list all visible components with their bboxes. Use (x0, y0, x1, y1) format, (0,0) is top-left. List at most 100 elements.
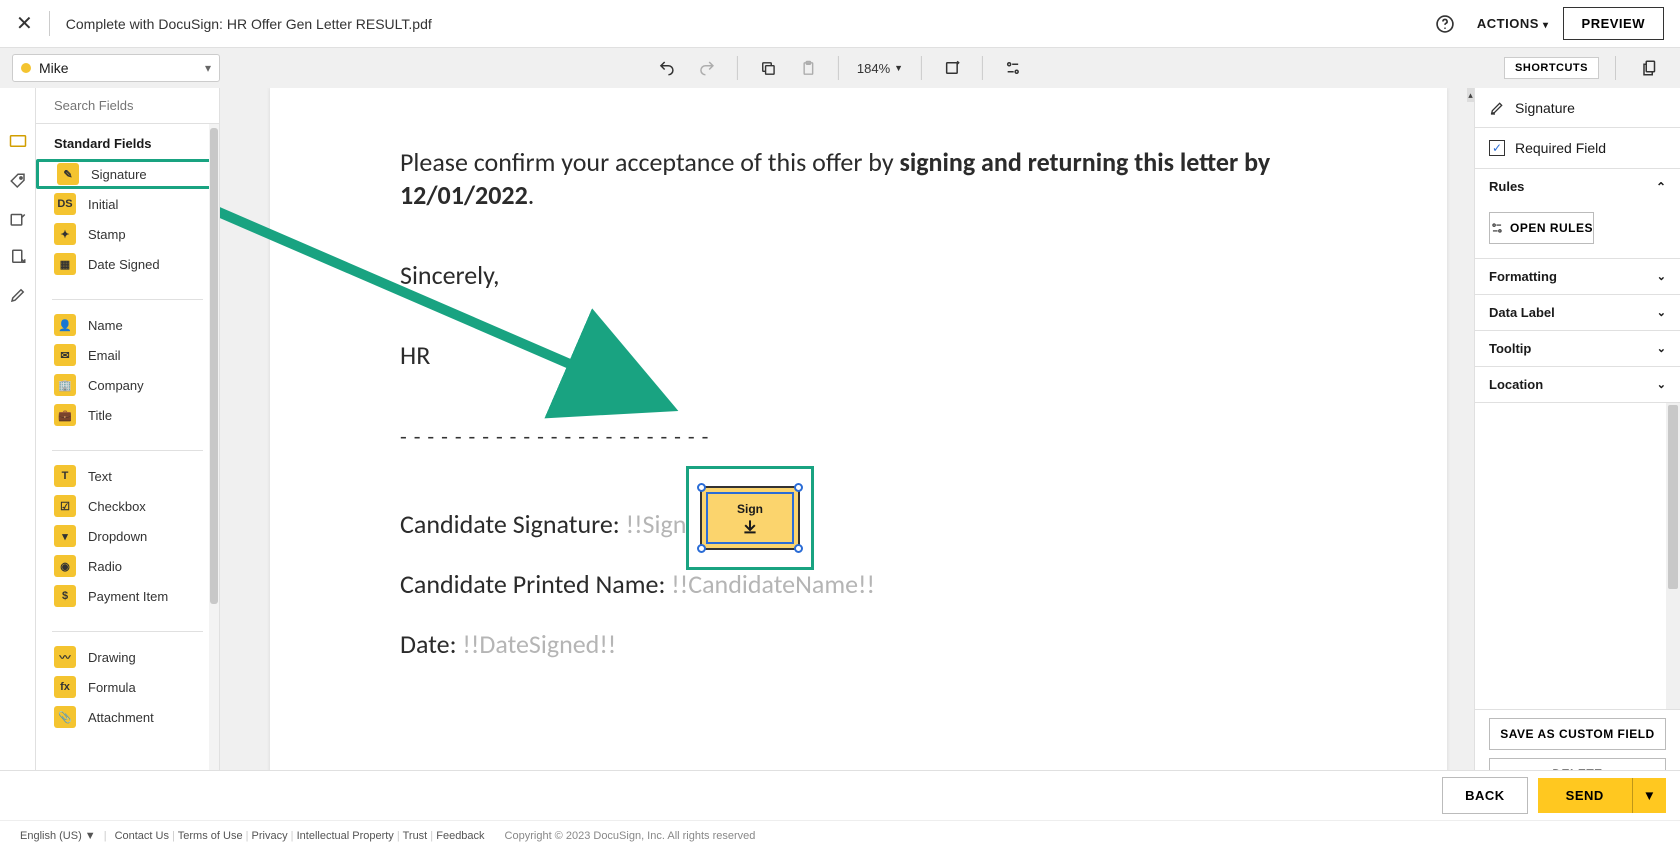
document-out-icon[interactable] (9, 248, 27, 266)
resize-handle[interactable] (794, 544, 803, 553)
footer-link-intellectual-property[interactable]: Intellectual Property (297, 830, 394, 842)
standard-fields-heading: Standard Fields (36, 124, 219, 159)
prefill-icon[interactable] (9, 210, 27, 228)
chevron-down-icon: ⌄ (1657, 306, 1666, 319)
field-label: Checkbox (88, 499, 146, 514)
field-type-label: Signature (1515, 100, 1575, 116)
resize-handle[interactable] (794, 483, 803, 492)
field-item-checkbox[interactable]: ☑Checkbox (36, 491, 219, 521)
panel-scrollbar[interactable] (209, 124, 219, 804)
field-icon: ◉ (54, 555, 76, 577)
props-scrollbar[interactable] (1666, 403, 1680, 709)
rules-section-header[interactable]: Rules ⌃ (1475, 169, 1680, 204)
search-fields-row: ✕ (36, 88, 219, 124)
canvas-vertical-scrollbar[interactable]: ▴ ▾ (1467, 88, 1474, 804)
para-text-suffix: . (528, 179, 535, 211)
footer-link-contact-us[interactable]: Contact Us (115, 830, 169, 842)
copyright-text: Copyright © 2023 DocuSign, Inc. All righ… (505, 830, 756, 842)
field-icon: 🏢 (54, 374, 76, 396)
field-label: Text (88, 469, 112, 484)
field-icon: 👤 (54, 314, 76, 336)
field-item-date-signed[interactable]: ▦Date Signed (36, 249, 219, 279)
document-page: Please confirm your acceptance of this o… (270, 88, 1447, 792)
paste-button[interactable] (790, 50, 826, 86)
chevron-up-icon: ⌃ (1656, 180, 1666, 194)
signature-pen-icon (1489, 100, 1505, 116)
undo-button[interactable] (649, 50, 685, 86)
resize-handle[interactable] (697, 544, 706, 553)
left-icon-rail (0, 88, 36, 804)
field-icon: $ (54, 585, 76, 607)
resize-handle[interactable] (697, 483, 706, 492)
document-canvas[interactable]: Please confirm your acceptance of this o… (220, 88, 1467, 804)
field-item-title[interactable]: 💼Title (36, 400, 219, 430)
field-icon: ✦ (54, 223, 76, 245)
preview-button[interactable]: PREVIEW (1563, 7, 1664, 40)
settings-tune-icon[interactable] (995, 50, 1031, 86)
field-icon: 💼 (54, 404, 76, 426)
required-field-label: Required Field (1515, 140, 1606, 156)
field-icon: ✎ (57, 163, 79, 185)
location-section-header[interactable]: Location⌄ (1475, 367, 1680, 402)
data-label-section-header[interactable]: Data Label⌄ (1475, 295, 1680, 330)
recipient-name: Mike (39, 60, 69, 76)
field-item-text[interactable]: TText (36, 461, 219, 491)
field-item-radio[interactable]: ◉Radio (36, 551, 219, 581)
field-label: Initial (88, 197, 118, 212)
open-rules-button[interactable]: OPEN RULES (1489, 212, 1594, 244)
field-icon: DS (54, 193, 76, 215)
send-button[interactable]: SEND (1538, 778, 1632, 813)
actions-dropdown[interactable]: ACTIONS ▾ (1471, 8, 1555, 39)
shortcuts-button[interactable]: SHORTCUTS (1504, 57, 1599, 79)
redo-button[interactable] (689, 50, 725, 86)
pen-icon[interactable] (9, 286, 27, 304)
copy-button[interactable] (750, 50, 786, 86)
field-item-company[interactable]: 🏢Company (36, 370, 219, 400)
field-item-payment-item[interactable]: $Payment Item (36, 581, 219, 611)
recipient-selector[interactable]: Mike ▾ (12, 54, 220, 82)
back-button[interactable]: BACK (1442, 777, 1528, 814)
field-item-formula[interactable]: fx Formula (36, 672, 219, 702)
signature-field-tag[interactable]: Sign (700, 486, 800, 550)
toolbar: Mike ▾ 184% ▼ SHORTCUTS (0, 48, 1680, 88)
field-item-attachment[interactable]: 📎Attachment (36, 702, 219, 732)
fields-tab-icon[interactable] (9, 134, 27, 152)
field-item-drawing[interactable]: 〰Drawing (36, 642, 219, 672)
field-item-initial[interactable]: DS Initial (36, 189, 219, 219)
field-item-signature[interactable]: ✎Signature (36, 159, 219, 189)
language-selector[interactable]: English (US) ▼ (20, 830, 96, 842)
field-item-name[interactable]: 👤Name (36, 310, 219, 340)
chevron-down-icon: ⌄ (1657, 270, 1666, 283)
field-item-dropdown[interactable]: ▾Dropdown (36, 521, 219, 551)
footer-link-terms-of-use[interactable]: Terms of Use (178, 830, 243, 842)
field-label: Formula (88, 680, 136, 695)
candidate-name-label: Candidate Printed Name: (400, 568, 671, 600)
para-text-prefix: Please confirm your acceptance of this o… (400, 146, 899, 178)
recipient-color-dot (21, 63, 31, 73)
formatting-section-header[interactable]: Formatting⌄ (1475, 259, 1680, 294)
candidate-signature-label: Candidate Signature: (400, 508, 626, 540)
field-item-email[interactable]: ✉Email (36, 340, 219, 370)
required-checkbox[interactable]: ✓ (1489, 140, 1505, 156)
rotate-button[interactable] (934, 50, 970, 86)
pages-icon[interactable] (1632, 50, 1668, 86)
search-fields-input[interactable] (54, 98, 220, 113)
footer-link-trust[interactable]: Trust (403, 830, 428, 842)
zoom-control[interactable]: 184% ▼ (851, 61, 909, 76)
field-icon: 〰 (54, 646, 76, 668)
footer-link-feedback[interactable]: Feedback (436, 830, 484, 842)
rules-icon (1490, 221, 1504, 235)
field-icon: ▾ (54, 525, 76, 547)
field-item-stamp[interactable]: ✦Stamp (36, 219, 219, 249)
footer-link-privacy[interactable]: Privacy (252, 830, 288, 842)
send-dropdown-button[interactable]: ▼ (1632, 778, 1666, 813)
field-icon: 📎 (54, 706, 76, 728)
help-icon[interactable] (1427, 6, 1463, 42)
date-placeholder: !!DateSigned!! (462, 628, 616, 660)
close-button[interactable]: ✕ (16, 11, 50, 36)
tooltip-section-header[interactable]: Tooltip⌄ (1475, 331, 1680, 366)
save-as-custom-field-button[interactable]: SAVE AS CUSTOM FIELD (1489, 718, 1666, 750)
tag-icon[interactable] (9, 172, 27, 190)
field-icon: fx (54, 676, 76, 698)
field-icon: ✉ (54, 344, 76, 366)
